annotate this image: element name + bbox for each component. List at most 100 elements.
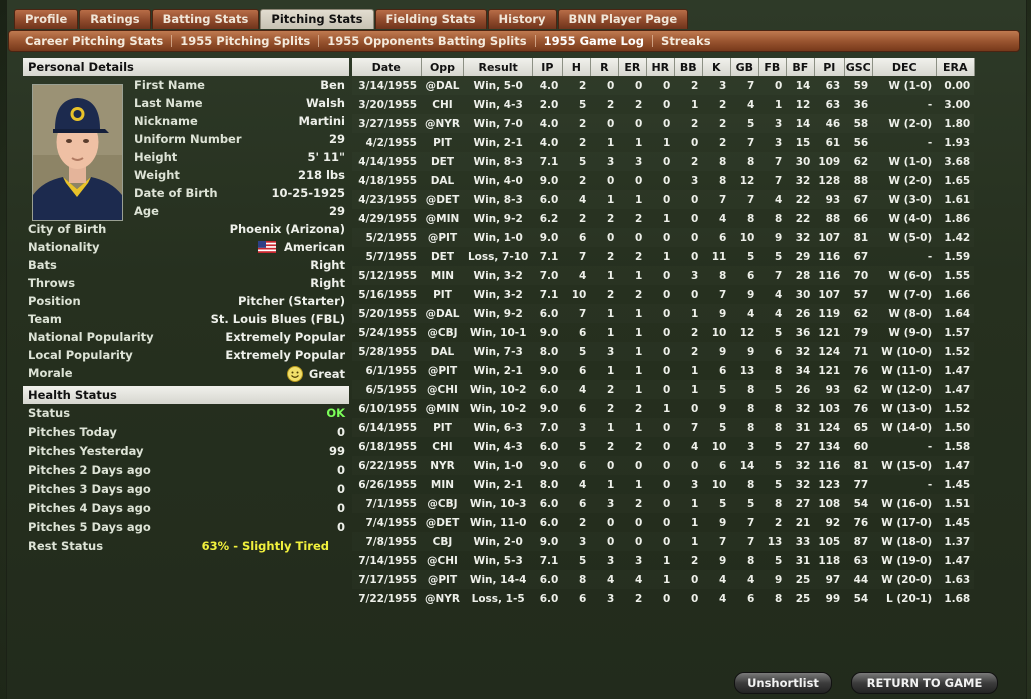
column-header-opp[interactable]: Opp (421, 58, 465, 76)
column-header-h[interactable]: H (562, 58, 591, 76)
cell-ip: 7.1 (539, 250, 559, 263)
column-header-bb[interactable]: BB (674, 58, 703, 76)
cell-date[interactable]: 4/29/1955 (352, 209, 421, 228)
cell-date[interactable]: 4/2/1955 (352, 133, 421, 152)
cell-date[interactable]: 6/5/1955 (352, 380, 421, 399)
column-header-er[interactable]: ER (618, 58, 647, 76)
cell-hr: 0 (663, 364, 671, 377)
cell-date[interactable]: 5/28/1955 (352, 342, 421, 361)
tab-pitching-stats[interactable]: Pitching Stats (260, 9, 374, 29)
cell-date[interactable]: 4/18/1955 (352, 171, 421, 190)
tab-ratings[interactable]: Ratings (79, 9, 151, 29)
cell-gb: 7 (747, 79, 755, 92)
cell-bb: 2 (691, 155, 699, 168)
cell-date[interactable]: 5/2/1955 (352, 228, 421, 247)
cell-date[interactable]: 6/18/1955 (352, 437, 421, 456)
pitches-2-days-label: Pitches 2 Days ago (28, 463, 151, 477)
column-header-pi[interactable]: PI (814, 58, 845, 76)
column-header-ip[interactable]: IP (532, 58, 563, 76)
cell-dec: W (20-0) (881, 573, 933, 586)
subtab-opponents-batting-splits[interactable]: 1955 Opponents Batting Splits (319, 34, 534, 48)
cell-pi: 93 (825, 383, 841, 396)
cell-era: 1.58 (944, 440, 971, 453)
throws-value: Right (310, 276, 345, 290)
cell-r: 4 (607, 573, 615, 586)
cell-date[interactable]: 6/10/1955 (352, 399, 421, 418)
cell-date[interactable]: 3/14/1955 (352, 76, 421, 95)
cell-r: 2 (607, 98, 615, 111)
cell-date[interactable]: 7/17/1955 (352, 570, 421, 589)
cell-h: 5 (579, 155, 587, 168)
cell-opp: @PIT (427, 573, 458, 586)
cell-date[interactable]: 6/1/1955 (352, 361, 421, 380)
tab-batting-stats[interactable]: Batting Stats (151, 9, 260, 29)
cell-r: 2 (607, 383, 615, 396)
cell-k: 5 (719, 383, 727, 396)
last-name-value: Walsh (305, 96, 345, 110)
column-header-bf[interactable]: BF (786, 58, 815, 76)
cell-r: 1 (607, 478, 615, 491)
cell-ip: 7.1 (539, 554, 559, 567)
cell-bf: 14 (795, 79, 811, 92)
return-to-game-button[interactable]: RETURN TO GAME (851, 672, 998, 694)
cell-date[interactable]: 3/27/1955 (352, 114, 421, 133)
cell-result: Win, 4-0 (473, 174, 523, 187)
cell-date[interactable]: 3/20/1955 (352, 95, 421, 114)
cell-date[interactable]: 5/7/1955 (352, 247, 421, 266)
cell-r: 1 (607, 269, 615, 282)
subtab-career-pitching-stats[interactable]: Career Pitching Stats (17, 34, 171, 48)
column-header-fb[interactable]: FB (758, 58, 787, 76)
cell-date[interactable]: 5/24/1955 (352, 323, 421, 342)
cell-gsc: 59 (853, 79, 869, 92)
cell-bb: 3 (691, 478, 699, 491)
cell-date[interactable]: 7/8/1955 (352, 532, 421, 551)
cell-date[interactable]: 5/16/1955 (352, 285, 421, 304)
cell-ip: 4.0 (539, 79, 559, 92)
cell-date[interactable]: 6/26/1955 (352, 475, 421, 494)
cell-er: 1 (635, 193, 643, 206)
cell-gb: 14 (739, 459, 755, 472)
cell-k: 5 (719, 421, 727, 434)
tab-profile[interactable]: Profile (14, 9, 79, 29)
subtab-streaks[interactable]: Streaks (653, 34, 719, 48)
cell-date[interactable]: 5/12/1955 (352, 266, 421, 285)
cell-date[interactable]: 7/14/1955 (352, 551, 421, 570)
column-header-date[interactable]: Date (352, 58, 422, 76)
unshortlist-button[interactable]: Unshortlist (734, 672, 832, 694)
tab-bnn-player-page[interactable]: BNN Player Page (557, 9, 689, 29)
cell-pi: 63 (825, 98, 841, 111)
tab-history[interactable]: History (487, 9, 557, 29)
cell-date[interactable]: 7/22/1955 (352, 589, 421, 608)
subtab-game-log[interactable]: 1955 Game Log (536, 34, 652, 48)
column-header-k[interactable]: K (702, 58, 731, 76)
pitches-today-value: 0 (336, 425, 345, 439)
cell-date[interactable]: 4/23/1955 (352, 190, 421, 209)
cell-result: Win, 11-0 (469, 516, 527, 529)
cell-date[interactable]: 5/20/1955 (352, 304, 421, 323)
cell-dec: W (1-0) (888, 79, 933, 92)
cell-ip: 6.0 (539, 383, 559, 396)
cell-date[interactable]: 6/22/1955 (352, 456, 421, 475)
column-header-result[interactable]: Result (463, 58, 533, 76)
cell-h: 6 (579, 459, 587, 472)
cell-opp: DET (430, 250, 455, 263)
weight-value: 218 lbs (297, 168, 345, 182)
tab-fielding-stats[interactable]: Fielding Stats (374, 9, 487, 29)
cell-date[interactable]: 6/14/1955 (352, 418, 421, 437)
cell-gsc: 36 (853, 98, 869, 111)
column-header-gsc[interactable]: GSC (844, 58, 873, 76)
subtab-divider (652, 35, 654, 47)
column-header-r[interactable]: R (590, 58, 619, 76)
cell-date[interactable]: 4/14/1955 (352, 152, 421, 171)
team-value[interactable]: St. Louis Blues (FBL) (211, 312, 345, 326)
column-header-dec[interactable]: DEC (872, 58, 937, 76)
cell-date[interactable]: 7/1/1955 (352, 494, 421, 513)
cell-ip: 7.0 (539, 421, 559, 434)
cell-opp: PIT (433, 421, 452, 434)
cell-h: 2 (579, 174, 587, 187)
column-header-era[interactable]: ERA (936, 58, 975, 76)
column-header-hr[interactable]: HR (646, 58, 675, 76)
cell-date[interactable]: 7/4/1955 (352, 513, 421, 532)
subtab-pitching-splits[interactable]: 1955 Pitching Splits (172, 34, 318, 48)
column-header-gb[interactable]: GB (730, 58, 759, 76)
